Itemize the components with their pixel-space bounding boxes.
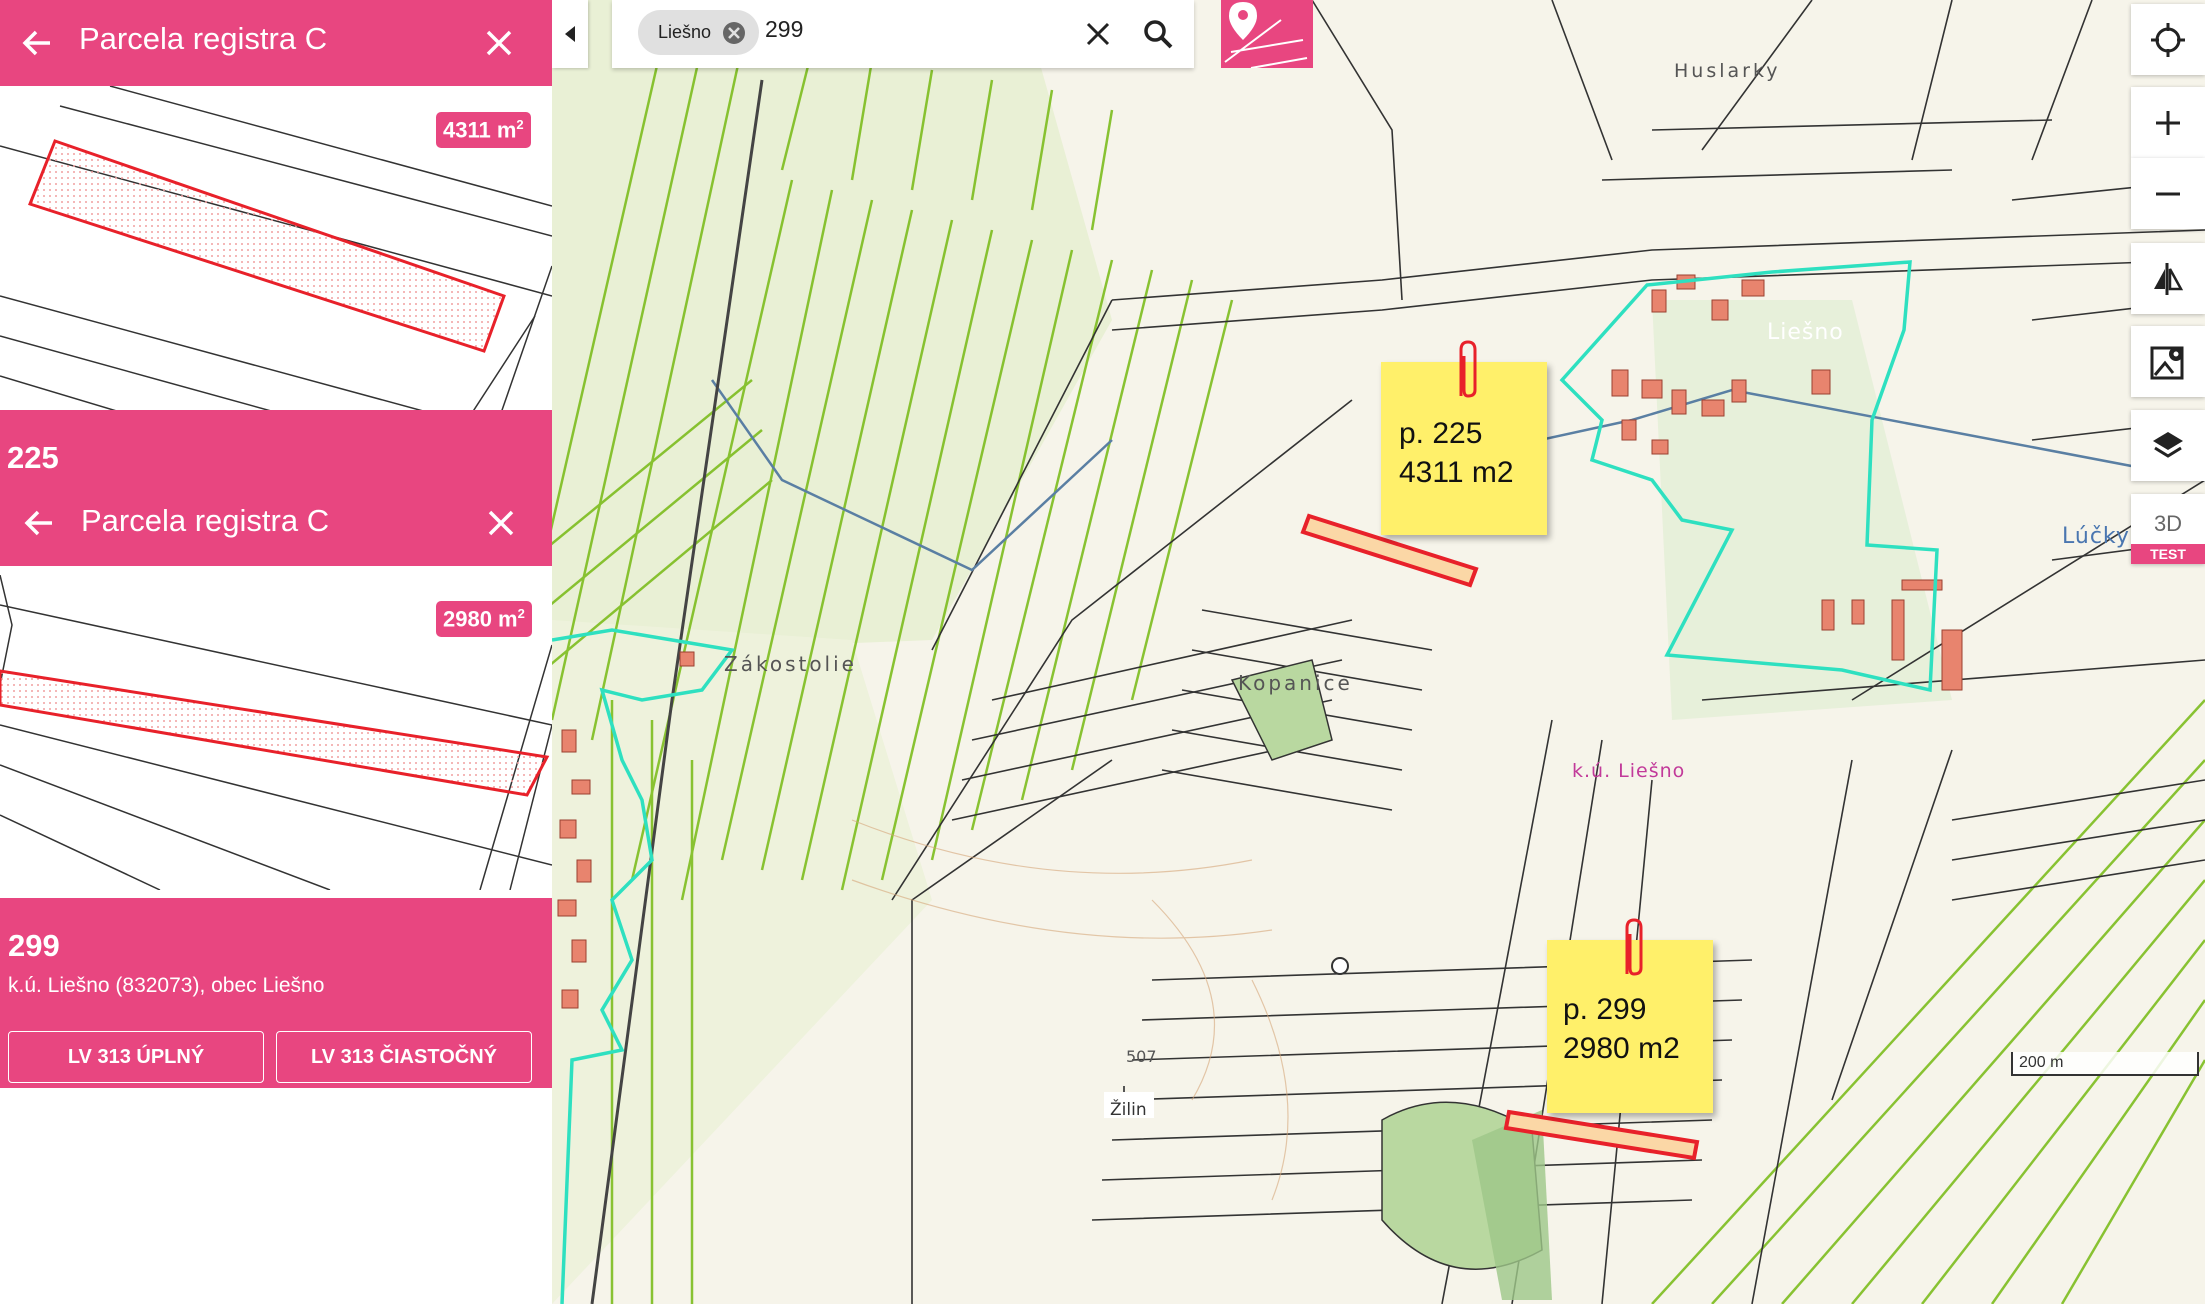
parcel-number: 225: [7, 440, 59, 475]
back-button[interactable]: [12, 18, 62, 68]
map-label-cadastral-area: k.ú. Liešno: [1572, 760, 1686, 782]
back-button[interactable]: [14, 498, 64, 548]
3d-view-button[interactable]: 3D TEST: [2131, 494, 2205, 564]
parcel-location-button[interactable]: [1221, 0, 1313, 69]
area-value: 4311 m: [443, 117, 517, 143]
zoom-in-button[interactable]: [2131, 87, 2205, 158]
search-bar: Liešno 299: [612, 0, 1194, 68]
3d-label: 3D: [2153, 511, 2183, 536]
note-299-line1: p. 299: [1563, 993, 1647, 1026]
parcel-panel-2-strip: 225: [0, 410, 552, 480]
panel-title: Parcela registra C: [81, 503, 330, 538]
map-search-icon: [2150, 346, 2184, 379]
close-icon: [488, 510, 514, 536]
area-unit-exponent: 2: [517, 606, 525, 621]
layers-icon: [2153, 431, 2183, 458]
map-pin-icon: [1224, 2, 1308, 69]
note-225-line1: p. 225: [1399, 417, 1483, 450]
area-value: 2980 m: [443, 606, 518, 632]
area-unit-exponent: 2: [516, 117, 524, 132]
locate-me-button[interactable]: [2131, 4, 2205, 75]
test-badge: TEST: [2131, 544, 2205, 564]
paperclip-icon: [1625, 918, 1643, 976]
zoom-out-button[interactable]: [2131, 158, 2205, 229]
lv-full-button[interactable]: LV 313 ÚPLNÝ: [8, 1031, 264, 1083]
map-label-huslarky: Huslarky: [1674, 60, 1781, 82]
parcel-location-text: k.ú. Liešno (832073), obec Liešno: [8, 974, 325, 997]
close-button[interactable]: [476, 498, 526, 548]
plus-icon: [2156, 110, 2180, 135]
parcel-thumbnail-225: 4311 m2: [0, 86, 552, 410]
map-view[interactable]: Huslarky Zákostolie Kopanice k.ú. Liešno…: [552, 0, 2205, 1304]
layers-button[interactable]: [2131, 410, 2205, 481]
chevron-left-icon: [565, 26, 575, 42]
paperclip-icon: [1459, 340, 1477, 398]
sticky-note-225: p. 225 4311 m2: [1381, 340, 1547, 535]
chip-label: Liešno: [658, 22, 712, 42]
map-label-kopanice: Kopanice: [1238, 671, 1353, 695]
compare-icon: [2154, 262, 2184, 295]
note-225-line2: 4311 m2: [1399, 456, 1514, 489]
collapse-panel-button[interactable]: [552, 0, 588, 68]
map-label-village: Liešno: [1767, 320, 1844, 345]
map-type-button[interactable]: [2131, 326, 2205, 397]
parcel-thumbnail-299: 2980 m2: [0, 575, 552, 890]
map-label-elevation: 507: [1126, 1047, 1157, 1066]
chip-remove-icon[interactable]: [722, 21, 746, 45]
compare-maps-button[interactable]: [2131, 243, 2205, 314]
scale-bar: 200 m: [2011, 1052, 2199, 1076]
parcel-panel-1-header: Parcela registra C: [0, 0, 552, 86]
clear-search-icon[interactable]: [1084, 20, 1112, 48]
panel-blank-area: [0, 1090, 552, 1304]
parcel-number: 299: [8, 928, 60, 963]
close-icon: [486, 30, 512, 56]
minus-icon: [2156, 192, 2180, 195]
map-label-zakostolie: Zákostolie: [724, 652, 857, 676]
close-button[interactable]: [474, 18, 524, 68]
lv-partial-button[interactable]: LV 313 ČIASTOČNÝ: [276, 1031, 532, 1083]
parcel-area-badge: 2980 m2: [436, 601, 532, 638]
map-label-zilina: Žilin: [1104, 1092, 1154, 1120]
panel-title: Parcela registra C: [79, 21, 328, 56]
parcel-area-badge: 4311 m2: [436, 112, 531, 149]
search-filter-chip[interactable]: Liešno: [638, 10, 759, 55]
crosshair-icon: [2151, 22, 2185, 57]
search-input[interactable]: 299: [765, 16, 803, 43]
parcel-panel-2-header: Parcela registra C: [0, 480, 552, 566]
arrow-left-icon: [24, 510, 52, 536]
map-label-lucky: Lúčky: [2062, 524, 2130, 549]
arrow-left-icon: [22, 30, 50, 56]
note-299-line2: 2980 m2: [1563, 1032, 1680, 1065]
sticky-note-299: p. 299 2980 m2: [1547, 918, 1713, 1113]
search-icon[interactable]: [1142, 18, 1174, 50]
